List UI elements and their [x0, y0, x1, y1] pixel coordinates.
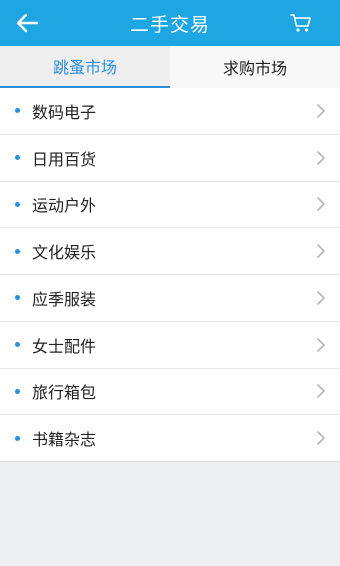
list-item[interactable]: 日用百货: [0, 135, 340, 182]
chevron-right-icon: [317, 337, 326, 352]
list-item[interactable]: 书籍杂志: [0, 415, 340, 462]
bullet-dot-icon: [15, 342, 20, 348]
category-label: 数码电子: [32, 102, 97, 122]
list-item[interactable]: 旅行箱包: [0, 369, 340, 416]
market-tabs: 跳蚤市场 求购市场: [0, 46, 340, 88]
page-title: 二手交易: [129, 13, 210, 36]
chevron-right-icon: [317, 104, 326, 118]
category-label: 书籍杂志: [32, 430, 97, 450]
list-item[interactable]: 数码电子: [0, 88, 340, 135]
bullet-dot-icon: [15, 295, 20, 301]
bullet-dot-icon: [15, 155, 20, 161]
chevron-right-icon: [317, 291, 326, 305]
cart-button[interactable]: [288, 10, 314, 36]
back-button[interactable]: [10, 8, 44, 38]
category-label: 女士配件: [32, 336, 97, 356]
bullet-dot-icon: [15, 108, 20, 114]
tab-label: 求购市场: [222, 59, 287, 78]
chevron-right-icon: [317, 384, 326, 399]
list-item[interactable]: 女士配件: [0, 322, 340, 369]
category-label: 应季服装: [32, 289, 97, 309]
tab-wanted-market[interactable]: 求购市场: [170, 46, 340, 88]
bullet-dot-icon: [15, 248, 20, 254]
chevron-right-icon: [317, 431, 326, 445]
list-item[interactable]: 运动户外: [0, 182, 340, 229]
tab-flea-market[interactable]: 跳蚤市场: [0, 46, 170, 88]
list-item[interactable]: 应季服装: [0, 275, 340, 322]
cart-icon: [290, 14, 311, 32]
bullet-dot-icon: [15, 388, 20, 394]
bullet-dot-icon: [15, 435, 20, 441]
tab-label: 跳蚤市场: [52, 58, 117, 77]
app-header: 二手交易: [0, 0, 340, 46]
category-label: 日用百货: [32, 149, 97, 169]
chevron-right-icon: [317, 197, 326, 212]
category-label: 旅行箱包: [32, 383, 97, 403]
bullet-dot-icon: [15, 201, 20, 207]
chevron-right-icon: [317, 150, 326, 165]
list-item[interactable]: 文化娱乐: [0, 228, 340, 275]
category-label: 运动户外: [32, 196, 97, 216]
chevron-right-icon: [317, 244, 326, 258]
arrow-left-icon: [16, 13, 39, 33]
category-label: 文化娱乐: [32, 243, 97, 263]
category-list: 数码电子 日用百货 运动户外 文化娱乐 应季服装 女士配件 旅行箱包 书籍杂志: [0, 88, 340, 462]
